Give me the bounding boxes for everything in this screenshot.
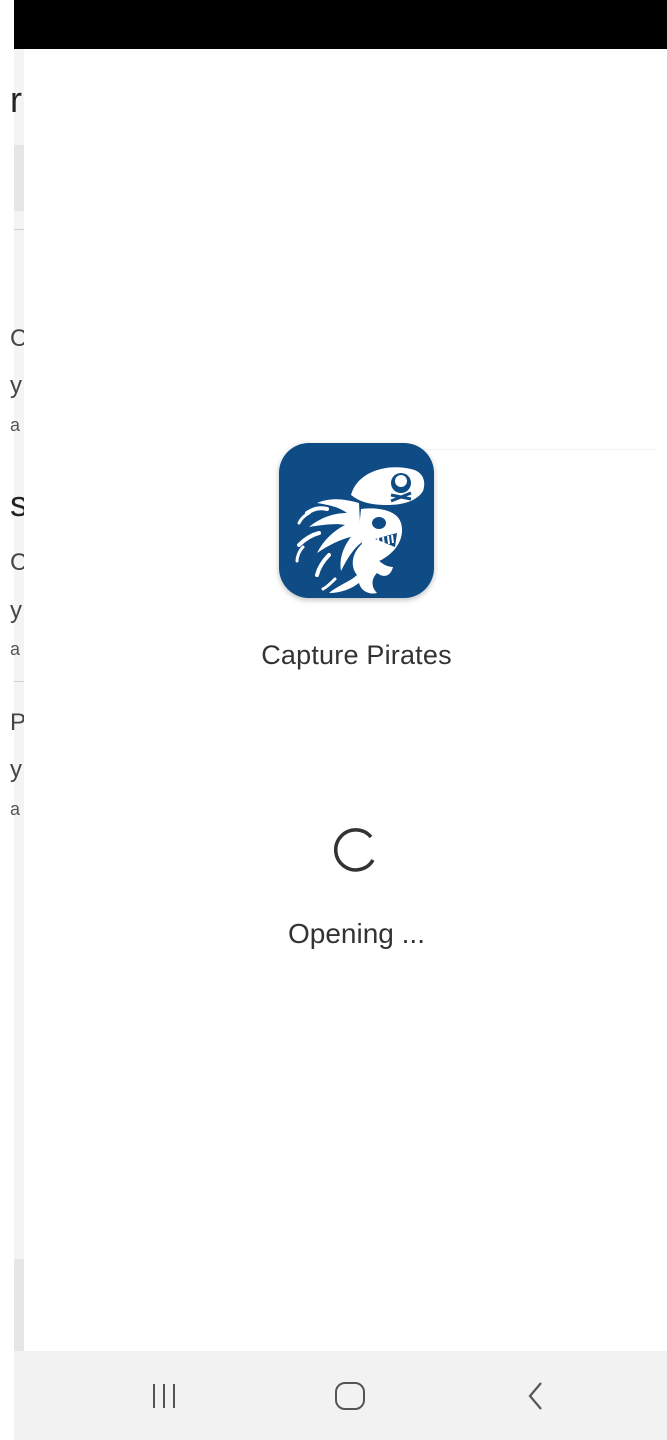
pirate-skull-logo-icon	[295, 467, 425, 594]
home-icon	[335, 1381, 365, 1410]
background-divider	[14, 681, 24, 682]
back-button[interactable]	[496, 1351, 576, 1440]
background-text-fragment: y	[10, 597, 22, 624]
home-button[interactable]	[310, 1351, 390, 1440]
background-text-fragment: y	[10, 372, 22, 399]
capture-pirates-app-icon	[279, 443, 434, 598]
background-heading-fragment: s	[10, 483, 24, 524]
background-bottom-panel	[14, 1259, 24, 1351]
background-app-edge: r Ca y a s Ca y a Pi y a	[0, 49, 24, 1351]
back-icon	[528, 1381, 542, 1410]
recents-icon	[153, 1383, 175, 1408]
background-text-fragment: y	[10, 756, 22, 783]
background-text-fragment: Pi	[10, 709, 24, 736]
background-text-fragment: a	[10, 799, 21, 819]
background-title-fragment: r	[10, 79, 22, 120]
opening-status-text: Opening ...	[288, 918, 425, 949]
background-text-fragment: Ca	[10, 549, 24, 576]
background-divider	[14, 229, 24, 230]
background-search-bar	[14, 145, 24, 211]
loading-spinner-icon	[334, 828, 375, 872]
navigation-bar	[14, 1351, 667, 1440]
status-bar	[14, 0, 667, 49]
recents-button[interactable]	[124, 1351, 204, 1440]
background-text-fragment: a	[10, 415, 21, 435]
app-launch-splash	[24, 49, 667, 1351]
background-text-fragment: Ca	[10, 325, 24, 352]
app-name-label: Capture Pirates	[261, 640, 452, 670]
